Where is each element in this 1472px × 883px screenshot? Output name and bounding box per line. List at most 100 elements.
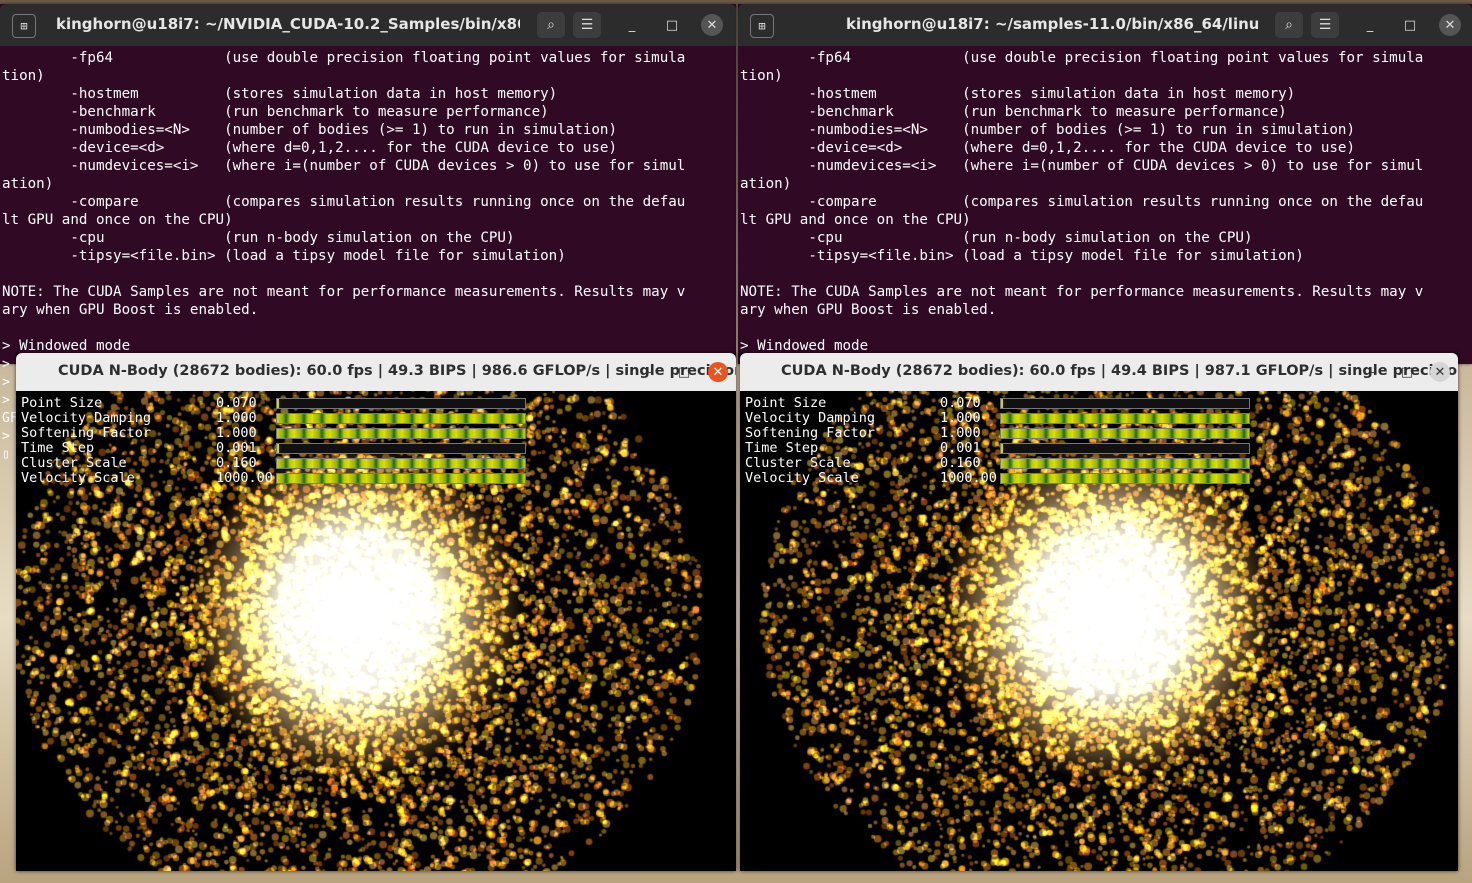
param-name: Velocity Scale: [745, 470, 859, 486]
param-slider[interactable]: [276, 458, 526, 469]
terminal-line: -numbodies=<N> (number of bodies (>= 1) …: [2, 122, 617, 138]
parameter-sliders: Point Size 0.070 Velocity Damping 1.000 Soft…: [745, 396, 1265, 486]
param-row[interactable]: Softening Factor 1.000: [21, 426, 541, 441]
param-slider-fill: [277, 474, 525, 483]
param-slider[interactable]: [276, 398, 526, 409]
terminal-line: -device=<d> (where d=0,1,2.... for the C…: [740, 140, 1355, 156]
terminal-line: -fp64 (use double precision floating poi…: [2, 50, 686, 66]
param-slider[interactable]: [1000, 458, 1250, 469]
param-value: 1.000: [940, 410, 981, 426]
param-slider[interactable]: [1000, 443, 1250, 454]
param-name: Velocity Damping: [21, 410, 152, 426]
nbody-titlebar[interactable]: CUDA N-Body (28672 bodies): 60.0 fps | 4…: [16, 353, 736, 391]
maximize-icon[interactable]: □: [1397, 362, 1417, 382]
param-slider[interactable]: [1000, 473, 1250, 484]
terminal-line: -numbodies=<N> (number of bodies (>= 1) …: [740, 122, 1355, 138]
close-icon[interactable]: ✕: [1439, 14, 1461, 36]
terminal-line: -cpu (run n-body simulation on the CPU): [740, 230, 1253, 246]
close-icon[interactable]: ✕: [708, 362, 728, 382]
param-slider-fill: [1001, 444, 1004, 453]
terminal-line: -numdevices=<i> (where i=(number of CUDA…: [740, 158, 1424, 174]
terminal-line: lt GPU and once on the CPU): [2, 212, 233, 228]
param-slider[interactable]: [1000, 413, 1250, 424]
minimize-icon[interactable]: –: [640, 362, 660, 382]
close-icon[interactable]: ✕: [701, 14, 723, 36]
param-row[interactable]: Point Size 0.070: [745, 396, 1265, 411]
hamburger-menu-icon[interactable]: ☰: [1311, 12, 1339, 38]
param-name: Point Size: [21, 395, 103, 411]
param-row[interactable]: Velocity Damping 1.000: [21, 411, 541, 426]
minimize-icon[interactable]: _: [1359, 14, 1381, 36]
param-slider[interactable]: [276, 413, 526, 424]
param-slider[interactable]: [276, 443, 526, 454]
terminal-line: tion): [2, 68, 45, 84]
nbody-window-right[interactable]: CUDA N-Body (28672 bodies): 60.0 fps | 4…: [740, 353, 1458, 871]
param-name: Softening Factor: [21, 425, 152, 441]
hamburger-menu-icon[interactable]: ☰: [573, 12, 601, 38]
param-slider[interactable]: [276, 428, 526, 439]
terminal-window-left[interactable]: ⊞ kinghorn@u18i7: ~/NVIDIA_CUDA-10.2_Sam…: [0, 4, 736, 364]
maximize-icon[interactable]: □: [674, 362, 694, 382]
param-name: Softening Factor: [745, 425, 876, 441]
param-row[interactable]: Time Step 0.001: [21, 441, 541, 456]
terminal-line: NOTE: The CUDA Samples are not meant for…: [2, 284, 686, 300]
new-tab-icon[interactable]: ⊞: [750, 14, 774, 38]
param-slider[interactable]: [276, 473, 526, 484]
param-row[interactable]: Softening Factor 1.000: [745, 426, 1265, 441]
minimize-icon[interactable]: –: [1364, 362, 1384, 382]
param-name: Cluster Scale: [745, 455, 851, 471]
param-slider-fill: [277, 399, 280, 408]
search-icon[interactable]: ⌕: [537, 12, 565, 38]
terminal-line: -hostmem (stores simulation data in host…: [740, 86, 1296, 102]
param-slider[interactable]: [1000, 398, 1250, 409]
param-row[interactable]: Time Step 0.001: [745, 441, 1265, 456]
terminal-title: kinghorn@u18i7: ~/NVIDIA_CUDA-10.2_Sampl…: [56, 15, 520, 33]
param-name: Cluster Scale: [21, 455, 127, 471]
terminal-line: ary when GPU Boost is enabled.: [740, 302, 997, 318]
param-slider-fill: [277, 444, 280, 453]
param-value: 0.001: [940, 440, 981, 456]
param-row[interactable]: Velocity Damping 1.000: [745, 411, 1265, 426]
param-row[interactable]: Point Size 0.070: [21, 396, 541, 411]
param-value: 0.160: [216, 455, 257, 471]
param-row[interactable]: Velocity Scale 1000.00: [745, 471, 1265, 486]
param-slider-fill: [1001, 414, 1249, 423]
param-slider-fill: [1001, 459, 1249, 468]
param-row[interactable]: Velocity Scale 1000.00: [21, 471, 541, 486]
param-value: 0.001: [216, 440, 257, 456]
nbody-titlebar[interactable]: CUDA N-Body (28672 bodies): 60.0 fps | 4…: [740, 353, 1458, 391]
maximize-icon[interactable]: □: [661, 14, 683, 36]
maximize-icon[interactable]: □: [1399, 14, 1421, 36]
param-slider[interactable]: [1000, 428, 1250, 439]
terminal-window-right[interactable]: ⊞ kinghorn@u18i7: ~/samples-11.0/bin/x86…: [738, 4, 1472, 364]
terminal-output[interactable]: -fp64 (use double precision floating poi…: [740, 49, 1468, 355]
terminal-titlebar[interactable]: ⊞ kinghorn@u18i7: ~/NVIDIA_CUDA-10.2_Sam…: [0, 4, 736, 46]
parameter-sliders: Point Size 0.070 Velocity Damping 1.000 Soft…: [21, 396, 541, 486]
terminal-line: -benchmark (run benchmark to measure per…: [2, 104, 549, 120]
search-icon[interactable]: ⌕: [1275, 12, 1303, 38]
terminal-titlebar[interactable]: ⊞ kinghorn@u18i7: ~/samples-11.0/bin/x86…: [738, 4, 1472, 46]
terminal-line: -benchmark (run benchmark to measure per…: [740, 104, 1287, 120]
param-slider-fill: [277, 459, 525, 468]
nbody-window-left[interactable]: CUDA N-Body (28672 bodies): 60.0 fps | 4…: [16, 353, 736, 871]
terminal-line: NOTE: The CUDA Samples are not meant for…: [740, 284, 1424, 300]
new-tab-icon[interactable]: ⊞: [12, 14, 36, 38]
terminal-line: -numdevices=<i> (where i=(number of CUDA…: [2, 158, 686, 174]
terminal-output[interactable]: -fp64 (use double precision floating poi…: [2, 49, 732, 355]
terminal-line: -hostmem (stores simulation data in host…: [2, 86, 558, 102]
param-row[interactable]: Cluster Scale 0.160: [745, 456, 1265, 471]
param-name: Velocity Damping: [745, 410, 876, 426]
terminal-line: -tipsy=<file.bin> (load a tipsy model fi…: [2, 248, 566, 264]
param-row[interactable]: Cluster Scale 0.160: [21, 456, 541, 471]
minimize-icon[interactable]: _: [621, 14, 643, 36]
terminal-line: -tipsy=<file.bin> (load a tipsy model fi…: [740, 248, 1304, 264]
close-icon[interactable]: ✕: [1430, 362, 1450, 382]
terminal-line: ary when GPU Boost is enabled.: [2, 302, 259, 318]
param-name: Velocity Scale: [21, 470, 135, 486]
param-value: 1.000: [940, 425, 981, 441]
param-slider-fill: [1001, 399, 1004, 408]
